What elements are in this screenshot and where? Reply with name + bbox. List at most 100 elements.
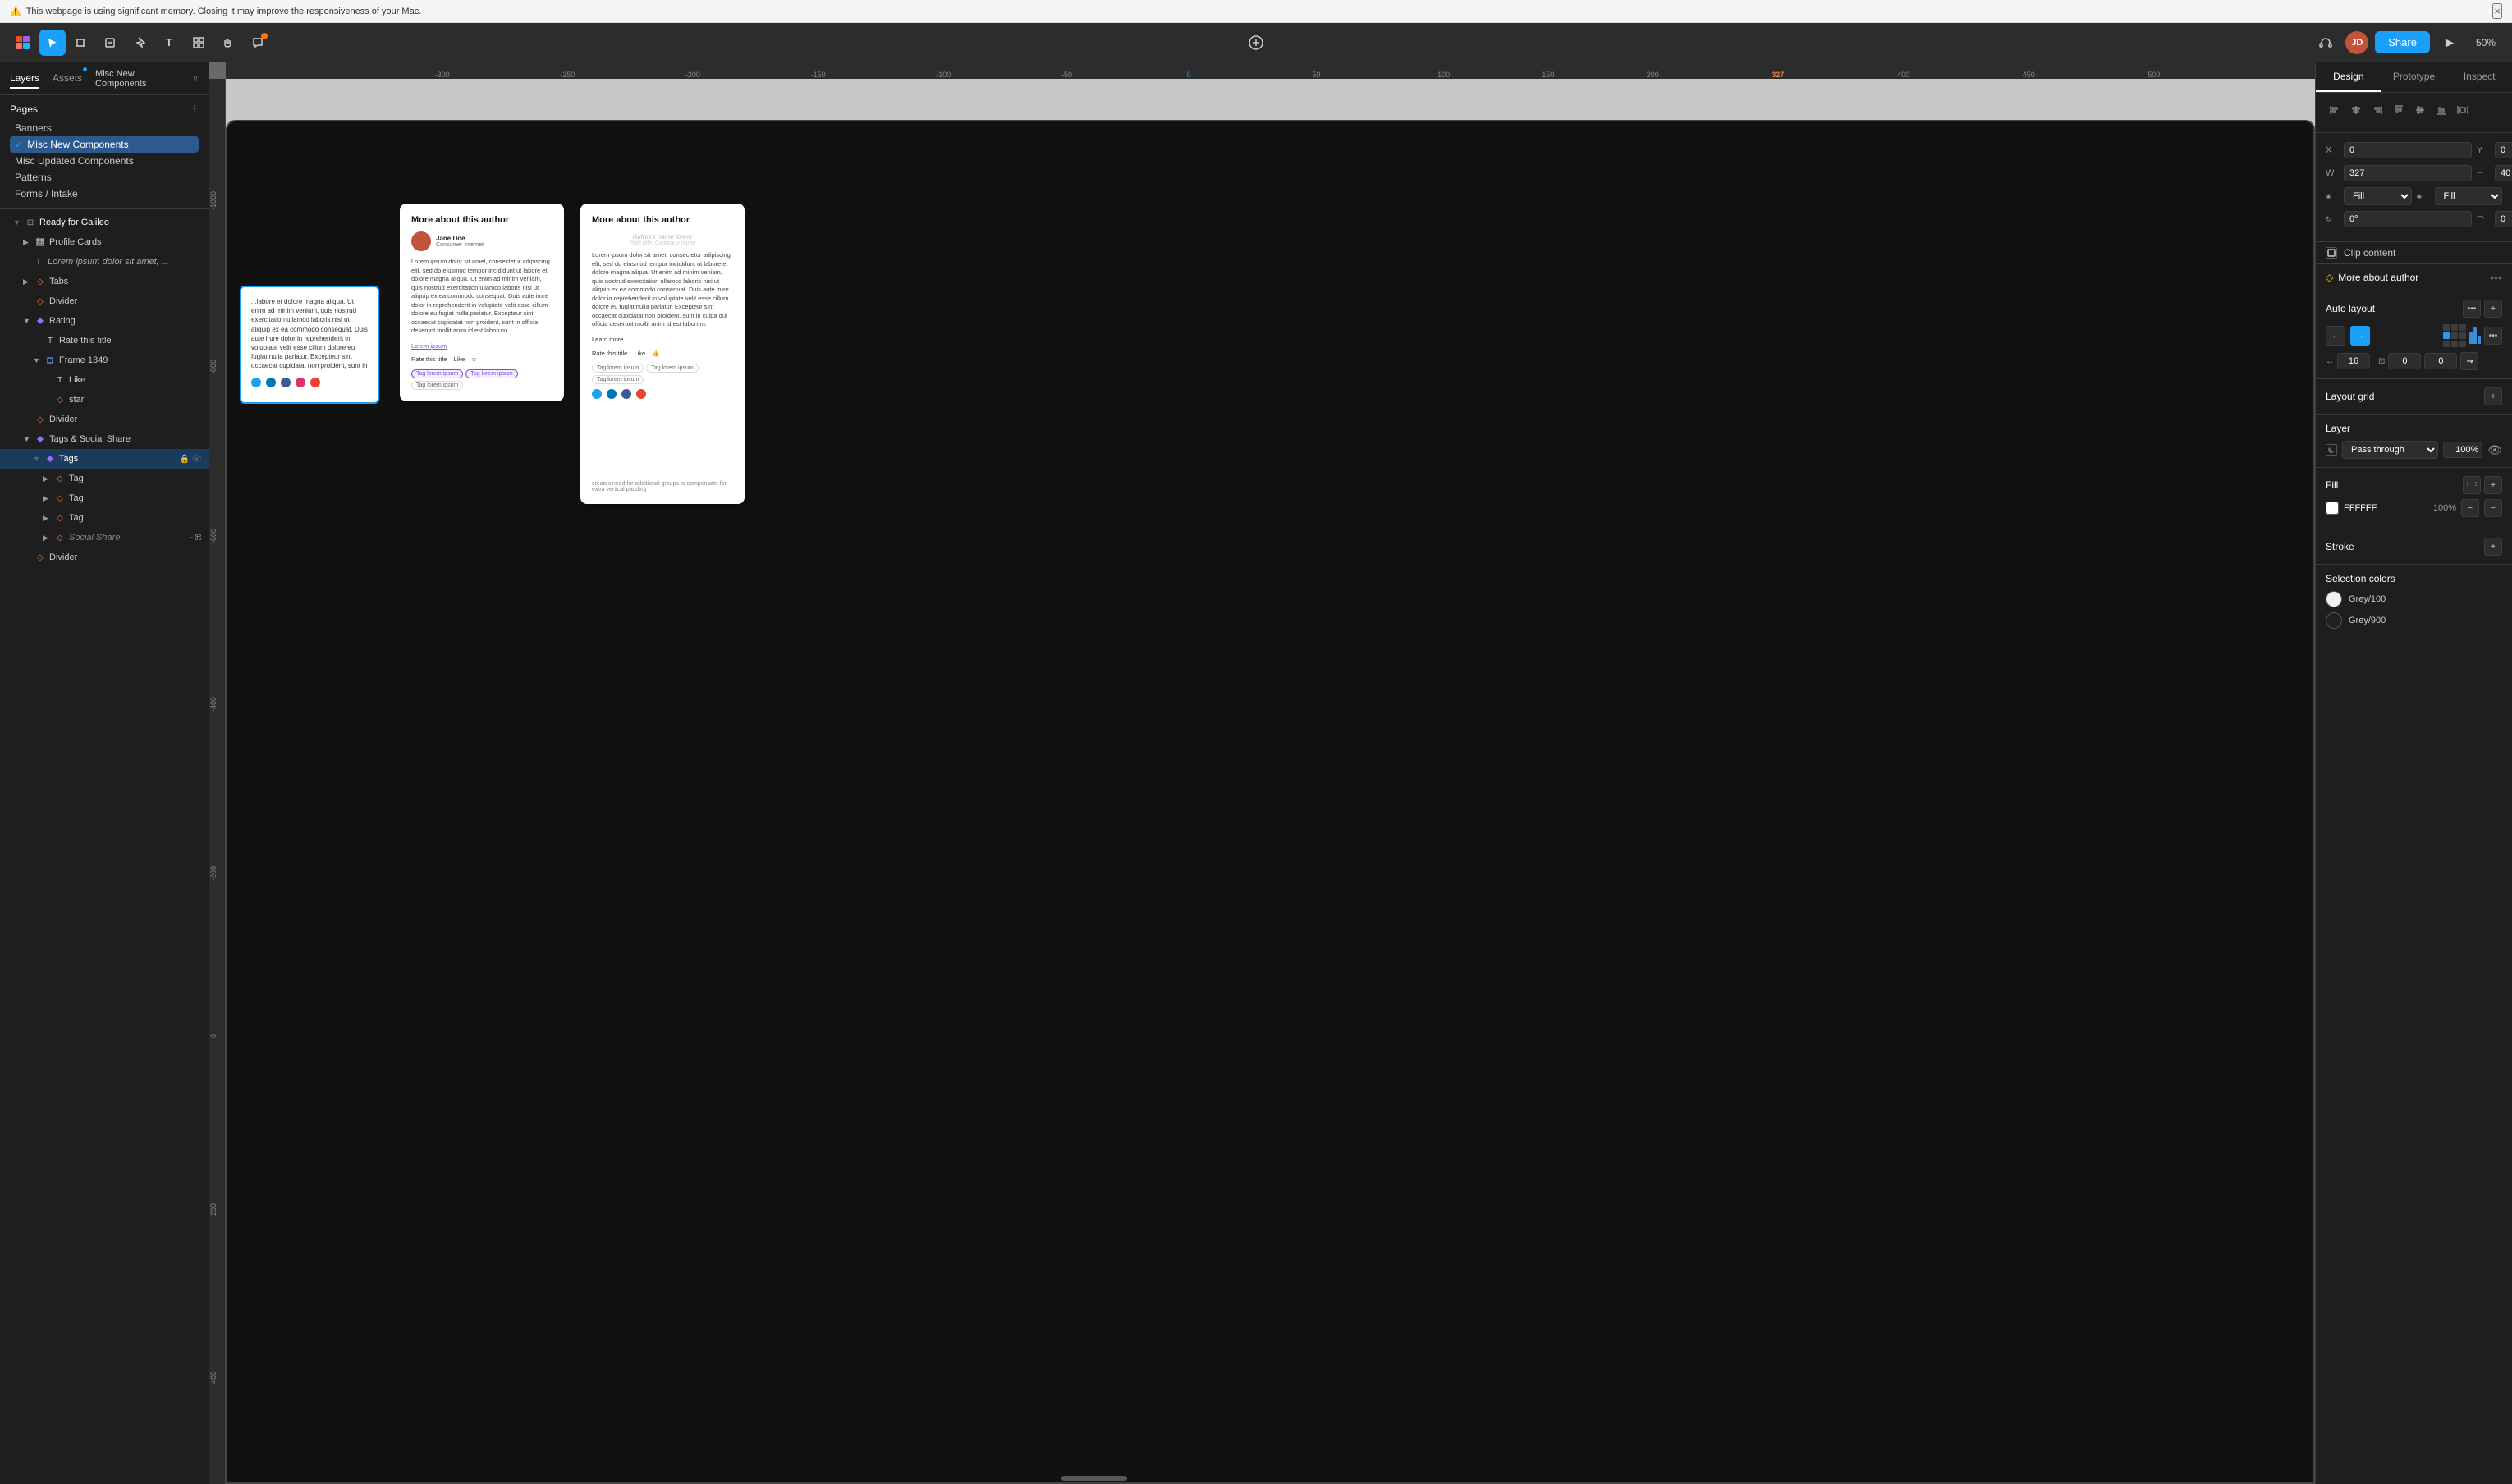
fill-grid-button[interactable]: ⋮⋮ (2463, 476, 2481, 494)
play-button[interactable]: ▶ (2436, 30, 2463, 56)
ruler-mark-selected: 327 (1772, 71, 1784, 79)
warning-close-button[interactable]: × (2492, 3, 2502, 19)
page-forms[interactable]: Forms / Intake (10, 186, 199, 202)
blend-mode-select[interactable]: Pass through Normal Multiply Screen Over… (2342, 441, 2438, 459)
layer-tags-social[interactable]: ▼ Tags & Social Share (0, 429, 209, 449)
layer-social-share[interactable]: ▶ ◇ Social Share ~⌘ (0, 528, 209, 547)
layer-tag-3[interactable]: ▶ ◇ Tag (0, 508, 209, 528)
page-patterns[interactable]: Patterns (10, 169, 199, 186)
linkedin-icon (607, 389, 617, 399)
al-align-cell[interactable] (2459, 324, 2466, 331)
tool-component-button[interactable] (186, 30, 212, 56)
layer-rate-title[interactable]: T Rate this title (0, 331, 209, 350)
rotation-input[interactable] (2344, 211, 2472, 227)
layer-lorem-text[interactable]: T Lorem ipsum dolor sit amet, ... (0, 252, 209, 272)
al-align-cell[interactable] (2443, 341, 2450, 347)
fill-remove-button[interactable]: − (2484, 499, 2502, 517)
layer-tag-2[interactable]: ▶ ◇ Tag (0, 488, 209, 508)
stroke-add-button[interactable]: + (2484, 538, 2502, 556)
tab-assets[interactable]: Assets (53, 69, 82, 89)
canvas-viewport[interactable]: ...labore et dolore magna aliqua. Ut eni… (226, 79, 2315, 1484)
tool-hand-button[interactable] (215, 30, 241, 56)
tool-pen-button[interactable] (126, 30, 153, 56)
text-icon: T (44, 335, 56, 346)
padding-h-input[interactable] (2388, 353, 2421, 369)
layer-tag-1[interactable]: ▶ ◇ Tag (0, 469, 209, 488)
al-dir-left-button[interactable]: ← (2326, 326, 2345, 346)
layer-tabs[interactable]: ▶ ◇ Tabs (0, 272, 209, 291)
align-right-button[interactable] (2368, 101, 2386, 119)
align-middle-button[interactable] (2411, 101, 2429, 119)
auto-layout-more-button[interactable]: ••• (2463, 300, 2481, 318)
tool-shape-button[interactable] (97, 30, 123, 56)
page-misc-updated[interactable]: Misc Updated Components (10, 153, 199, 169)
padding-v-input[interactable] (2424, 353, 2457, 369)
al-align-cell[interactable] (2443, 324, 2450, 331)
zoom-button[interactable]: 50% (2469, 34, 2502, 52)
layer-rating[interactable]: ▼ Rating (0, 311, 209, 331)
share-button[interactable]: Share (2375, 31, 2430, 53)
clip-checkbox[interactable] (2326, 247, 2337, 259)
add-page-button[interactable]: + (191, 102, 199, 117)
more-options-button[interactable]: ••• (2490, 271, 2502, 284)
page-misc-new[interactable]: ✓ Misc New Components (10, 136, 199, 153)
tool-select-button[interactable] (39, 30, 66, 56)
tab-design[interactable]: Design (2316, 62, 2381, 92)
align-bottom-button[interactable] (2432, 101, 2450, 119)
x-input[interactable]: 0 (2344, 142, 2472, 158)
y-input[interactable]: 0 (2495, 142, 2512, 158)
h-input[interactable] (2495, 165, 2512, 181)
headphone-button[interactable] (2313, 30, 2339, 56)
layer-divider-1[interactable]: ◇ Divider (0, 291, 209, 311)
w-input[interactable] (2344, 165, 2472, 181)
layer-profile-cards[interactable]: ▶ Profile Cards (0, 232, 209, 252)
layout-grid-add-button[interactable]: + (2484, 387, 2502, 405)
align-top-button[interactable] (2390, 101, 2408, 119)
tab-prototype[interactable]: Prototype (2381, 62, 2447, 92)
opacity-input[interactable] (2443, 442, 2482, 458)
tool-comment-button[interactable] (245, 30, 271, 56)
grey100-swatch[interactable] (2326, 591, 2342, 607)
align-center-h-button[interactable] (2347, 101, 2365, 119)
page-banners[interactable]: Banners (10, 120, 199, 136)
layer-divider-3[interactable]: ◇ Divider (0, 547, 209, 567)
fill-add-button[interactable]: + (2484, 476, 2502, 494)
fill-opacity-stepper[interactable]: ~ (2461, 499, 2479, 517)
layer-divider-2[interactable]: ◇ Divider (0, 410, 209, 429)
layer-frame-1349[interactable]: ▼ Frame 1349 (0, 350, 209, 370)
align-left-button[interactable] (2326, 101, 2344, 119)
al-align-cell[interactable] (2451, 332, 2458, 339)
layer-star[interactable]: ◇ star (0, 390, 209, 410)
al-align-cell[interactable] (2451, 324, 2458, 331)
horizontal-scrollbar-thumb[interactable] (1061, 1476, 1127, 1481)
tab-inspect[interactable]: Inspect (2446, 62, 2512, 92)
ready-for-galileo-section[interactable]: ▼ ⊟ Ready for Galileo (0, 213, 209, 232)
figma-menu-button[interactable] (10, 30, 36, 56)
fill-type-select[interactable]: Fill Hug Fixed (2344, 187, 2412, 205)
layer-tags[interactable]: ▼ Tags 🔒 👁 (0, 449, 209, 469)
layer-like[interactable]: T Like (0, 370, 209, 390)
al-align-cell[interactable] (2451, 341, 2458, 347)
al-align-cell[interactable] (2459, 332, 2466, 339)
al-more-button[interactable]: ••• (2484, 327, 2502, 345)
al-align-cell[interactable] (2459, 341, 2466, 347)
al-align-container: ••• (2443, 324, 2502, 347)
color-item-grey100: Grey/100 (2326, 591, 2502, 607)
visibility-toggle-button[interactable]: 👁 (2487, 443, 2502, 457)
fill-type-select-2[interactable]: Fill Hug Fixed (2435, 187, 2503, 205)
canvas-area[interactable]: -300 -250 -200 -150 -100 -50 0 50 100 15… (209, 62, 2315, 1484)
corner-input[interactable] (2495, 211, 2512, 227)
tab-layers[interactable]: Layers (10, 69, 39, 89)
al-dir-right-button[interactable]: → (2350, 326, 2370, 346)
user-avatar[interactable]: JD (2345, 31, 2368, 54)
tool-text-button[interactable]: T (156, 30, 182, 56)
grey900-swatch[interactable] (2326, 612, 2342, 629)
distribute-h-button[interactable] (2454, 101, 2472, 119)
fill-color-swatch[interactable] (2326, 502, 2339, 515)
center-logo-button[interactable] (1243, 30, 1269, 56)
tool-frame-button[interactable] (67, 30, 94, 56)
auto-layout-add-button[interactable]: + (2484, 300, 2502, 318)
al-align-cell-active[interactable] (2443, 332, 2450, 339)
gap-input[interactable] (2337, 353, 2370, 369)
al-expand-button[interactable] (2460, 352, 2478, 370)
